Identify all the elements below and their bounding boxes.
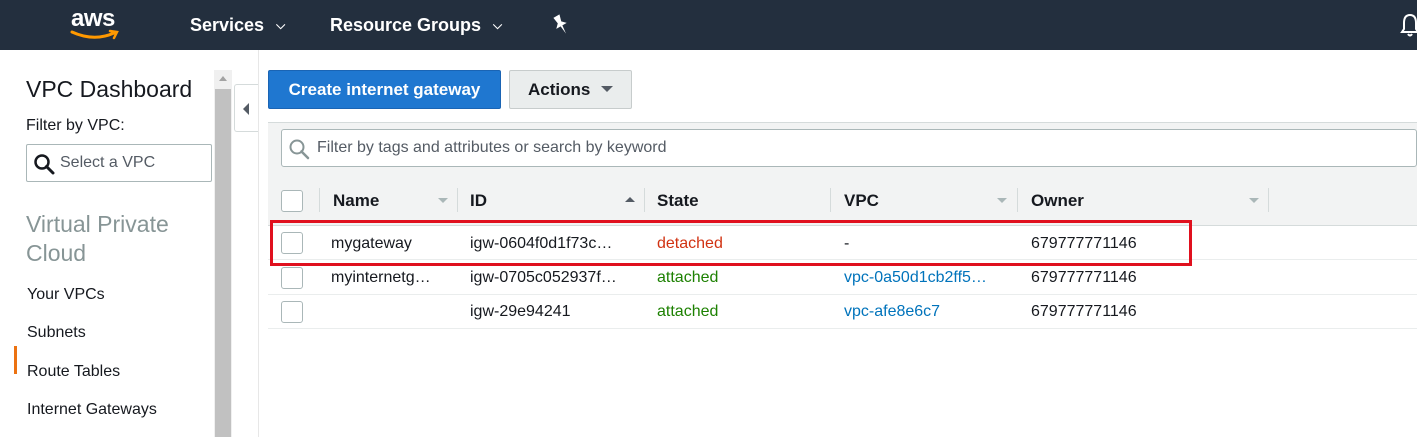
search-icon [34,154,55,175]
chevron-down-icon: ⌵ [493,18,503,33]
collapse-sidebar-button[interactable] [234,84,258,132]
row-owner: 679777771146 [1031,303,1137,320]
row-checkbox[interactable] [281,267,303,289]
actions-dropdown-button[interactable]: Actions [509,70,632,109]
vpc-select[interactable]: Select a VPC [26,144,212,182]
bell-icon[interactable] [1400,12,1417,38]
sidebar-item-subnets[interactable]: Subnets [27,324,86,342]
sidebar-title[interactable]: VPC Dashboard [26,76,192,103]
row-state: attached [657,269,719,286]
row-owner: 679777771146 [1031,235,1137,252]
chevron-down-icon: ⌵ [276,18,286,33]
column-header-owner[interactable]: Owner [1031,178,1084,226]
services-menu[interactable]: Services ⌵ [190,0,285,50]
row-id: igw-29e94241 [470,303,571,320]
row-owner: 679777771146 [1031,269,1137,286]
services-label: Services [190,15,265,35]
column-divider [644,188,645,212]
column-divider [1268,188,1269,212]
sidebar-item-route-tables[interactable]: Route Tables [27,363,120,381]
row-id: igw-0604f0d1f73c… [470,235,613,252]
table-row[interactable] [268,295,1417,329]
sidebar-section-title: Virtual Private Cloud [26,211,169,266]
row-checkbox[interactable] [281,301,303,323]
row-name: myinternetg… [331,269,431,286]
pin-icon[interactable] [550,13,572,37]
chevron-down-icon [601,86,613,92]
row-state: detached [657,235,723,252]
create-internet-gateway-button[interactable]: Create internet gateway [268,70,501,109]
search-icon [289,139,310,160]
row-vpc-link[interactable]: vpc-afe8e6c7 [844,303,1009,321]
actions-label: Actions [528,80,591,99]
row-vpc-link[interactable]: vpc-0a50d1cb2ff5… [844,269,1009,287]
top-navigation-bar: aws Services ⌵ Resource Groups ⌵ [0,0,1417,50]
sidebar-active-indicator [14,346,17,374]
search-input[interactable] [317,136,1407,160]
sidebar-scrollbar-thumb[interactable] [215,89,231,437]
row-name: mygateway [331,235,412,252]
scroll-up-arrow-icon[interactable] [214,70,232,88]
select-all-checkbox[interactable] [281,190,303,212]
aws-logo[interactable]: aws [66,5,130,45]
row-state: attached [657,303,719,320]
column-header-id[interactable]: ID [470,178,487,226]
aws-smile-icon [70,29,119,40]
search-input-box[interactable] [281,129,1417,167]
filter-by-vpc-label: Filter by VPC: [26,117,125,134]
sort-icon[interactable] [438,198,448,203]
sidebar: VPC Dashboard Filter by VPC: Select a VP… [0,50,214,437]
sidebar-divider [258,50,259,437]
resource-groups-menu[interactable]: Resource Groups ⌵ [330,0,502,50]
column-header-vpc[interactable]: VPC [844,178,879,226]
sidebar-item-internet-gateways[interactable]: Internet Gateways [27,401,157,419]
sort-icon[interactable] [1249,198,1259,203]
column-divider [830,188,831,212]
row-id: igw-0705c052937f… [470,269,617,286]
sidebar-item-your-vpcs[interactable]: Your VPCs [27,286,105,304]
sort-ascending-icon[interactable] [625,197,635,202]
resource-groups-label: Resource Groups [330,15,482,35]
sort-icon[interactable] [997,198,1007,203]
column-divider [457,188,458,212]
row-vpc: - [844,235,850,252]
column-header-state[interactable]: State [657,178,699,226]
row-checkbox[interactable] [281,232,303,254]
column-divider [1017,188,1018,212]
column-header-name[interactable]: Name [333,178,379,226]
vpc-select-placeholder: Select a VPC [60,154,156,171]
column-divider [319,188,320,212]
